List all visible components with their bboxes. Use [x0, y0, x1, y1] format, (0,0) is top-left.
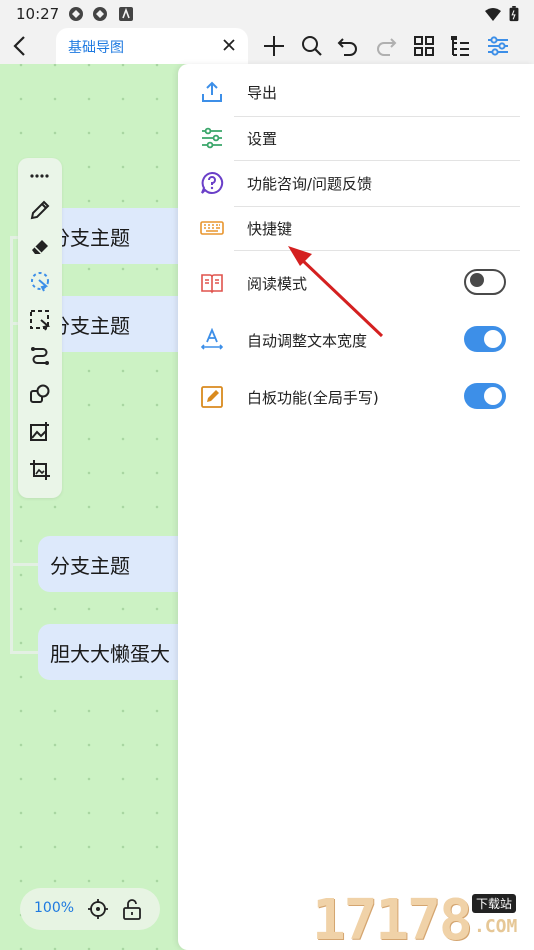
rect-select-tool-button[interactable]	[26, 306, 54, 334]
status-bar: 10:27	[0, 0, 534, 28]
node-label: 分支主题	[50, 553, 130, 578]
whiteboard-icon	[200, 385, 224, 409]
watermark-tag: 下载站	[472, 894, 517, 913]
branch-connector	[10, 563, 40, 566]
recenter-button[interactable]	[86, 897, 110, 921]
toggle-knob	[470, 273, 484, 287]
redo-icon	[377, 38, 397, 56]
battery-icon	[509, 6, 519, 22]
branch-connector	[10, 236, 13, 652]
search-icon	[302, 36, 322, 56]
unlock-icon	[123, 899, 141, 920]
lasso-select-icon	[31, 272, 49, 292]
help-icon	[200, 171, 224, 195]
menu-item-shortcuts[interactable]: 快捷键	[178, 206, 534, 250]
lasso-tool-button[interactable]	[26, 268, 54, 296]
menu-divider	[234, 250, 520, 251]
outline-tree-icon	[451, 36, 469, 56]
add-image-icon	[30, 422, 49, 441]
shape-tool-button[interactable]	[26, 380, 54, 408]
toggle-knob	[484, 387, 502, 405]
menu-item-feedback[interactable]: 功能咨询/问题反馈	[178, 161, 534, 205]
mindmap-node[interactable]: 分支主题	[38, 296, 198, 352]
lock-button[interactable]	[120, 897, 144, 921]
mindmap-node[interactable]: 胆大大懒蛋大	[38, 624, 198, 680]
shapes-icon	[30, 384, 50, 403]
plus-icon	[264, 36, 284, 56]
branch-connector	[10, 651, 40, 654]
app-notification-icon	[69, 7, 83, 21]
menu-item-label: 功能咨询/问题反馈	[247, 175, 373, 193]
whiteboard-toggle[interactable]	[464, 383, 506, 409]
drag-dots-icon	[30, 174, 49, 178]
connector-icon	[31, 347, 49, 365]
more-menu-panel: 导出 设置 功能咨询/问题反馈 快捷键 阅读模式 自动调整文本宽度 白板功能(全…	[178, 64, 534, 950]
back-button[interactable]	[6, 32, 34, 60]
outline-button[interactable]	[446, 32, 474, 60]
zoom-bar: 100%	[20, 888, 160, 930]
export-icon	[200, 80, 224, 104]
rect-select-icon	[30, 310, 51, 331]
top-toolbar: 基础导图	[0, 28, 534, 64]
mindmap-node[interactable]: 分支主题	[38, 536, 198, 592]
tab-title: 基础导图	[68, 40, 124, 56]
more-settings-button[interactable]	[484, 32, 512, 60]
pen-icon	[30, 200, 50, 220]
settings-sliders-icon	[200, 126, 224, 150]
mindmap-node[interactable]: 分支主题	[38, 208, 198, 264]
menu-item-label: 自动调整文本宽度	[247, 332, 368, 350]
tool-palette	[18, 158, 62, 498]
eraser-icon	[32, 240, 48, 254]
auto-text-width-toggle[interactable]	[464, 326, 506, 352]
node-label: 胆大大懒蛋大	[50, 641, 170, 666]
tab-close-button[interactable]	[218, 34, 240, 56]
palette-drag-handle[interactable]	[26, 162, 54, 190]
redo-button[interactable]	[372, 32, 400, 60]
pen-tool-button[interactable]	[26, 196, 54, 224]
toggle-knob	[484, 330, 502, 348]
insert-image-button[interactable]	[26, 418, 54, 446]
chevron-left-icon	[13, 36, 25, 56]
menu-item-auto-text-width[interactable]: 自动调整文本宽度	[178, 318, 534, 362]
add-button[interactable]	[260, 32, 288, 60]
app-notification-icon	[93, 7, 107, 21]
watermark-suffix: .COM	[474, 916, 518, 937]
eraser-tool-button[interactable]	[26, 232, 54, 260]
sliders-icon	[488, 36, 508, 56]
text-width-icon	[200, 328, 224, 352]
menu-item-label: 导出	[247, 84, 278, 102]
menu-item-export[interactable]: 导出	[178, 70, 534, 114]
zoom-level[interactable]: 100%	[34, 900, 74, 916]
menu-item-label: 阅读模式	[247, 275, 308, 293]
app-notification-icon	[119, 7, 133, 21]
menu-item-label: 白板功能(全局手写)	[247, 389, 379, 407]
keyboard-icon	[200, 216, 224, 240]
menu-item-label: 设置	[247, 130, 278, 148]
status-time: 10:27	[16, 5, 60, 23]
node-label: 分支主题	[50, 313, 130, 338]
menu-item-settings[interactable]: 设置	[178, 116, 534, 160]
watermark-digits: 17178	[312, 888, 473, 950]
layout-button[interactable]	[410, 32, 438, 60]
book-icon	[200, 271, 224, 295]
wifi-icon	[485, 8, 501, 21]
undo-button[interactable]	[334, 32, 362, 60]
connector-tool-button[interactable]	[26, 342, 54, 370]
close-icon	[223, 39, 235, 51]
grid-icon	[414, 36, 434, 56]
reading-mode-toggle[interactable]	[464, 269, 506, 295]
menu-item-reading-mode[interactable]: 阅读模式	[178, 261, 534, 305]
search-button[interactable]	[298, 32, 326, 60]
crop-image-icon	[30, 460, 50, 480]
crop-image-button[interactable]	[26, 456, 54, 484]
menu-item-label: 快捷键	[247, 220, 293, 238]
undo-icon	[337, 38, 357, 56]
tab-document[interactable]: 基础导图	[56, 28, 248, 64]
site-watermark: 17178 下载站 .COM	[306, 886, 534, 950]
menu-item-whiteboard[interactable]: 白板功能(全局手写)	[178, 375, 534, 419]
crosshair-icon	[88, 899, 108, 919]
node-label: 分支主题	[50, 225, 130, 250]
